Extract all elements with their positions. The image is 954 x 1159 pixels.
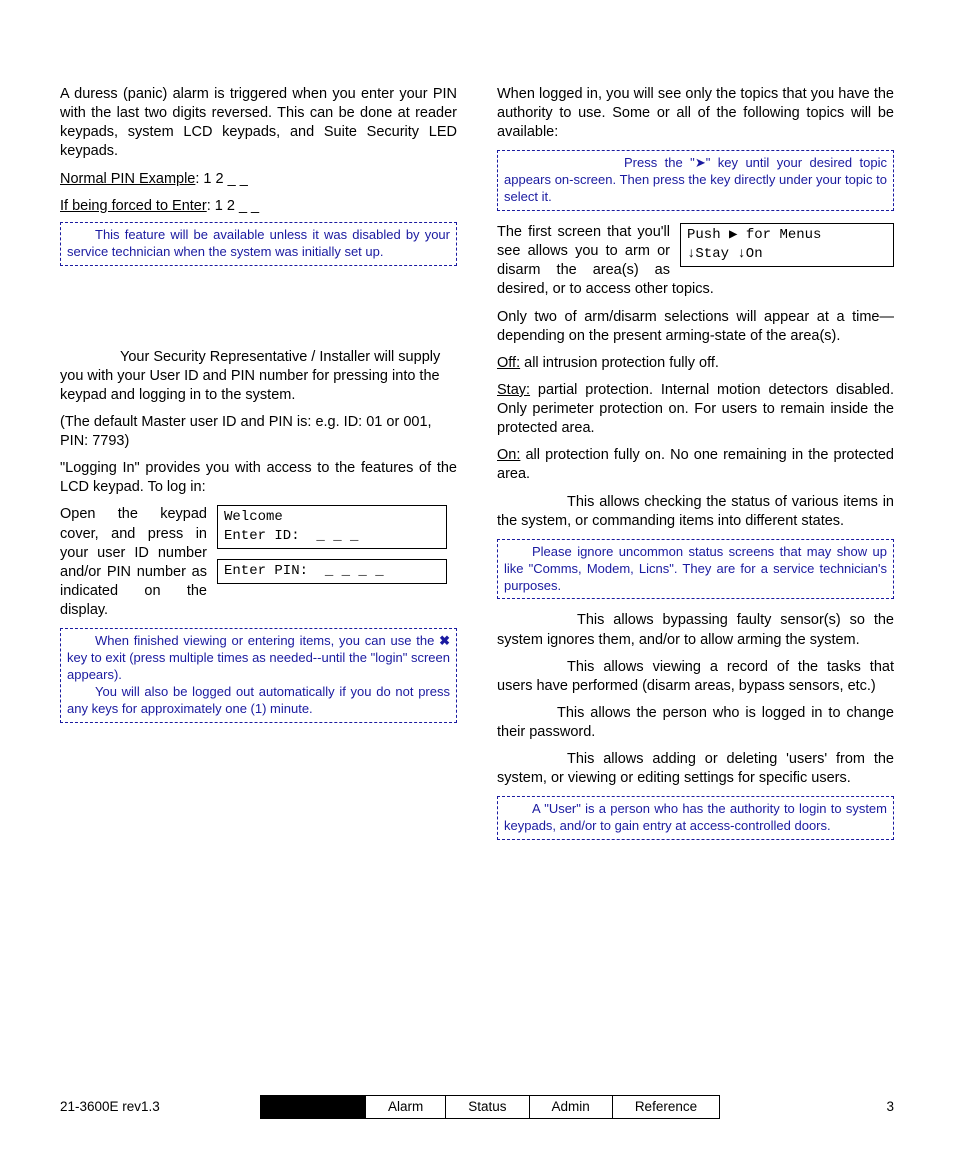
lcd-welcome: Welcome Enter ID: _ _ _ [217,505,447,549]
open-cover-text: Open the keypad cover, and press in your… [60,505,207,620]
default-pin: (The default Master user ID and PIN is: … [60,413,457,451]
stay-text: partial protection. Internal motion dete… [497,382,894,436]
on-text: all protection fully on. No one remainin… [497,447,894,482]
bypass-topic: This allows bypassing faulty sensor(s) s… [497,611,894,649]
status-note: Please ignore uncommon status screens th… [497,539,894,600]
login-intro: "Logging In" provides you with access to… [60,459,457,497]
lcd-enter-pin: Enter PIN: _ _ _ _ [217,559,447,584]
exit-note: When finished viewing or entering items,… [60,628,457,722]
tab-blank [261,1096,365,1118]
forced-pin-label: If being forced to Enter [60,198,207,214]
users-topic: This allows adding or deleting 'users' f… [497,750,894,788]
close-icon: ✖ [439,633,450,648]
off-line: Off: all intrusion protection fully off. [497,354,894,373]
normal-pin-label: Normal PIN Example [60,171,195,187]
password-topic: This allows the person who is logged in … [497,704,894,742]
tab-status: Status [445,1096,528,1118]
press-arrow-text: Press the "➤" key until your desired top… [504,155,887,206]
user-def-note: A "User" is a person who has the authori… [497,796,894,840]
on-line: On: all protection fully on. No one rema… [497,446,894,484]
left-column: A duress (panic) alarm is triggered when… [60,85,457,852]
duress-note: This feature will be available unless it… [60,222,457,266]
off-label: Off: [497,355,520,371]
stay-line: Stay: partial protection. Internal motio… [497,381,894,438]
duress-note-text: This feature will be available unless it… [67,227,450,261]
user-def-text: A "User" is a person who has the authori… [504,801,887,835]
right-arrow-icon: ➤ [695,155,706,170]
exit-note-line2: You will also be logged out automaticall… [67,684,450,718]
right-column: When logged in, you will see only the to… [497,85,894,852]
revision-label: 21-3600E rev1.3 [60,1098,260,1116]
page-footer: 21-3600E rev1.3 Alarm Status Admin Refer… [60,1095,894,1119]
normal-pin-line: Normal PIN Example: 1 2 _ _ [60,170,457,189]
status-note-text: Please ignore uncommon status screens th… [504,544,887,595]
tab-alarm: Alarm [365,1096,445,1118]
tab-admin: Admin [529,1096,612,1118]
rep-intro: Your Security Representative / Installer… [60,348,457,405]
on-label: On: [497,447,520,463]
forced-pin-line: If being forced to Enter: 1 2 _ _ [60,197,457,216]
off-text: all intrusion protection fully off. [520,355,719,371]
stay-label: Stay: [497,382,530,398]
normal-pin-value: : 1 2 _ _ [195,171,247,187]
two-selections: Only two of arm/disarm selections will a… [497,308,894,346]
page-number: 3 [720,1098,894,1116]
duress-description: A duress (panic) alarm is triggered when… [60,85,457,162]
history-topic: This allows viewing a record of the task… [497,658,894,696]
status-topic: This allows checking the status of vario… [497,493,894,531]
footer-tabs: Alarm Status Admin Reference [260,1095,720,1119]
topics-intro: When logged in, you will see only the to… [497,85,894,142]
press-arrow-note: Press the "➤" key until your desired top… [497,150,894,211]
tab-reference: Reference [612,1096,719,1118]
exit-note-line1: When finished viewing or entering items,… [67,633,450,684]
lcd-menus: Push ▶ for Menus ↓Stay ↓On [680,223,894,267]
forced-pin-value: : 1 2 _ _ [207,198,259,214]
